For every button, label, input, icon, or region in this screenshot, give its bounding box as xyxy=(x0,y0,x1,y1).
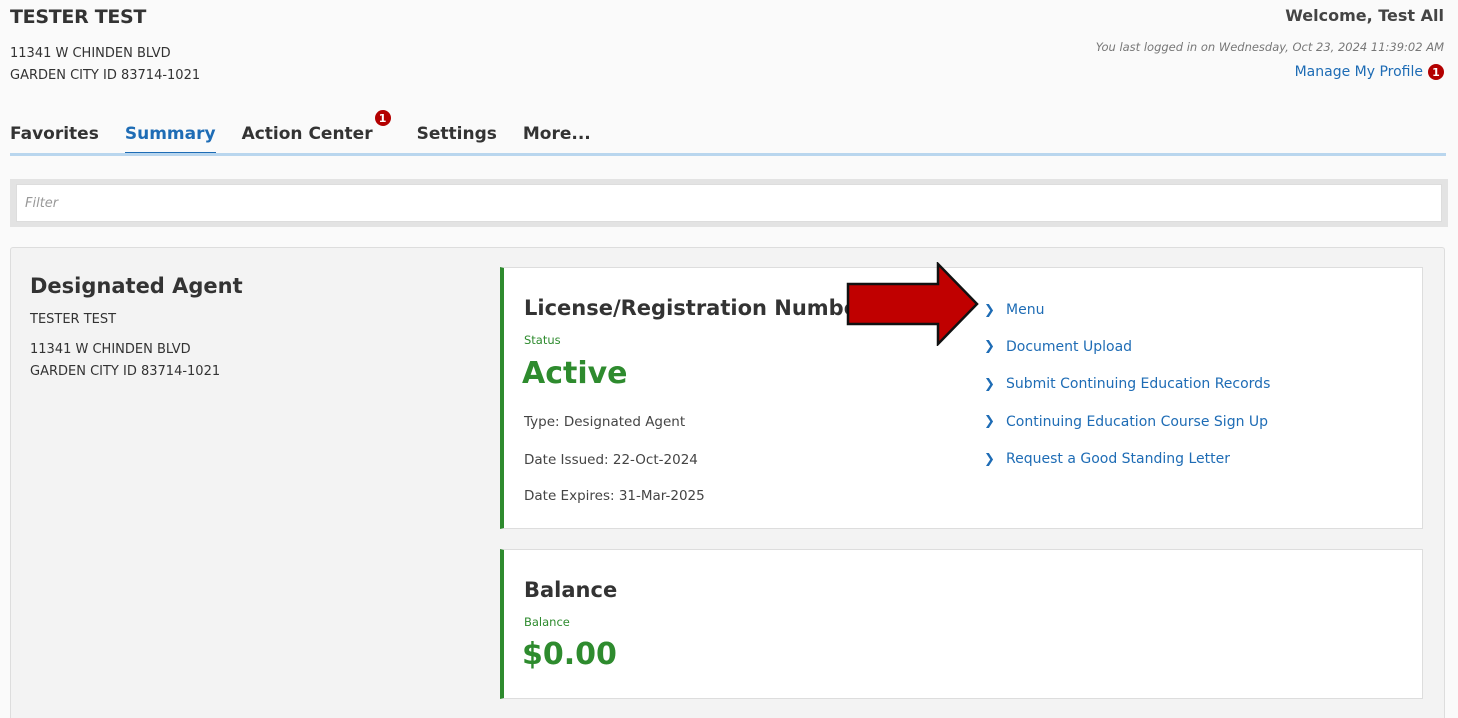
tab-summary[interactable]: Summary xyxy=(124,124,216,155)
agent-address-line2: GARDEN CITY ID 83714-1021 xyxy=(30,364,221,379)
tab-favorites[interactable]: Favorites xyxy=(10,124,99,155)
balance-label: Balance xyxy=(524,615,570,629)
agent-name: TESTER TEST xyxy=(30,312,117,327)
license-title: License/Registration Number xyxy=(524,296,869,320)
status-label: Status xyxy=(524,333,561,347)
tab-label: Settings xyxy=(416,124,497,144)
link-label: Request a Good Standing Letter xyxy=(1006,451,1230,468)
menu-link[interactable]: ❯ Menu xyxy=(984,292,1270,328)
tab-label: Summary xyxy=(124,124,216,144)
date-expires: Date Expires: 31-Mar-2025 xyxy=(524,488,705,504)
red-pointer-arrow-icon xyxy=(846,262,979,346)
balance-card xyxy=(500,549,1423,699)
company-address-line1: 11341 W CHINDEN BLVD xyxy=(10,46,171,61)
balance-title: Balance xyxy=(524,578,618,602)
chevron-right-icon: ❯ xyxy=(984,451,995,467)
link-label: Document Upload xyxy=(1006,338,1133,355)
agent-title: Designated Agent xyxy=(30,274,243,298)
tab-more[interactable]: More... xyxy=(523,124,591,155)
chevron-right-icon: ❯ xyxy=(984,376,995,392)
chevron-right-icon: ❯ xyxy=(984,302,995,318)
tab-underline-divider xyxy=(10,153,1446,156)
chevron-right-icon: ❯ xyxy=(984,414,995,430)
agent-address-line1: 11341 W CHINDEN BLVD xyxy=(30,342,191,357)
filter-input[interactable] xyxy=(16,184,1442,222)
license-action-links: ❯ Menu ❯ Document Upload ❯ Submit Contin… xyxy=(984,292,1270,478)
tab-label: Action Center xyxy=(241,124,373,144)
good-standing-letter-link[interactable]: ❯ Request a Good Standing Letter xyxy=(984,441,1270,479)
status-value: Active xyxy=(522,356,628,391)
company-address-line2: GARDEN CITY ID 83714-1021 xyxy=(10,68,201,83)
submit-ce-records-link[interactable]: ❯ Submit Continuing Education Records xyxy=(984,366,1270,404)
link-label: Menu xyxy=(1006,302,1045,318)
document-upload-link[interactable]: ❯ Document Upload xyxy=(984,328,1270,366)
notification-badge-icon: 1 xyxy=(1428,64,1444,80)
tab-label: More... xyxy=(522,124,591,144)
license-type: Type: Designated Agent xyxy=(524,414,686,430)
chevron-right-icon: ❯ xyxy=(984,339,995,355)
notification-badge-icon: 1 xyxy=(374,110,391,126)
link-label: Submit Continuing Education Records xyxy=(1006,376,1271,393)
main-tabs: Favorites Summary Action Center 1 Settin… xyxy=(10,110,617,155)
date-issued: Date Issued: 22-Oct-2024 xyxy=(524,452,698,468)
manage-profile-label: Manage My Profile xyxy=(1294,64,1423,80)
last-login-text: You last logged in on Wednesday, Oct 23,… xyxy=(1095,40,1444,54)
tab-action-center[interactable]: Action Center 1 xyxy=(241,110,391,155)
tab-settings[interactable]: Settings xyxy=(417,124,497,155)
balance-amount: $0.00 xyxy=(522,637,617,672)
link-label: Continuing Education Course Sign Up xyxy=(1006,413,1269,430)
manage-profile-link[interactable]: Manage My Profile 1 xyxy=(1295,64,1444,80)
company-name: TESTER TEST xyxy=(10,6,147,28)
ce-course-signup-link[interactable]: ❯ Continuing Education Course Sign Up xyxy=(984,403,1270,441)
filter-bar xyxy=(10,179,1448,227)
welcome-text: Welcome, Test All xyxy=(1285,6,1444,25)
tab-label: Favorites xyxy=(10,124,99,144)
